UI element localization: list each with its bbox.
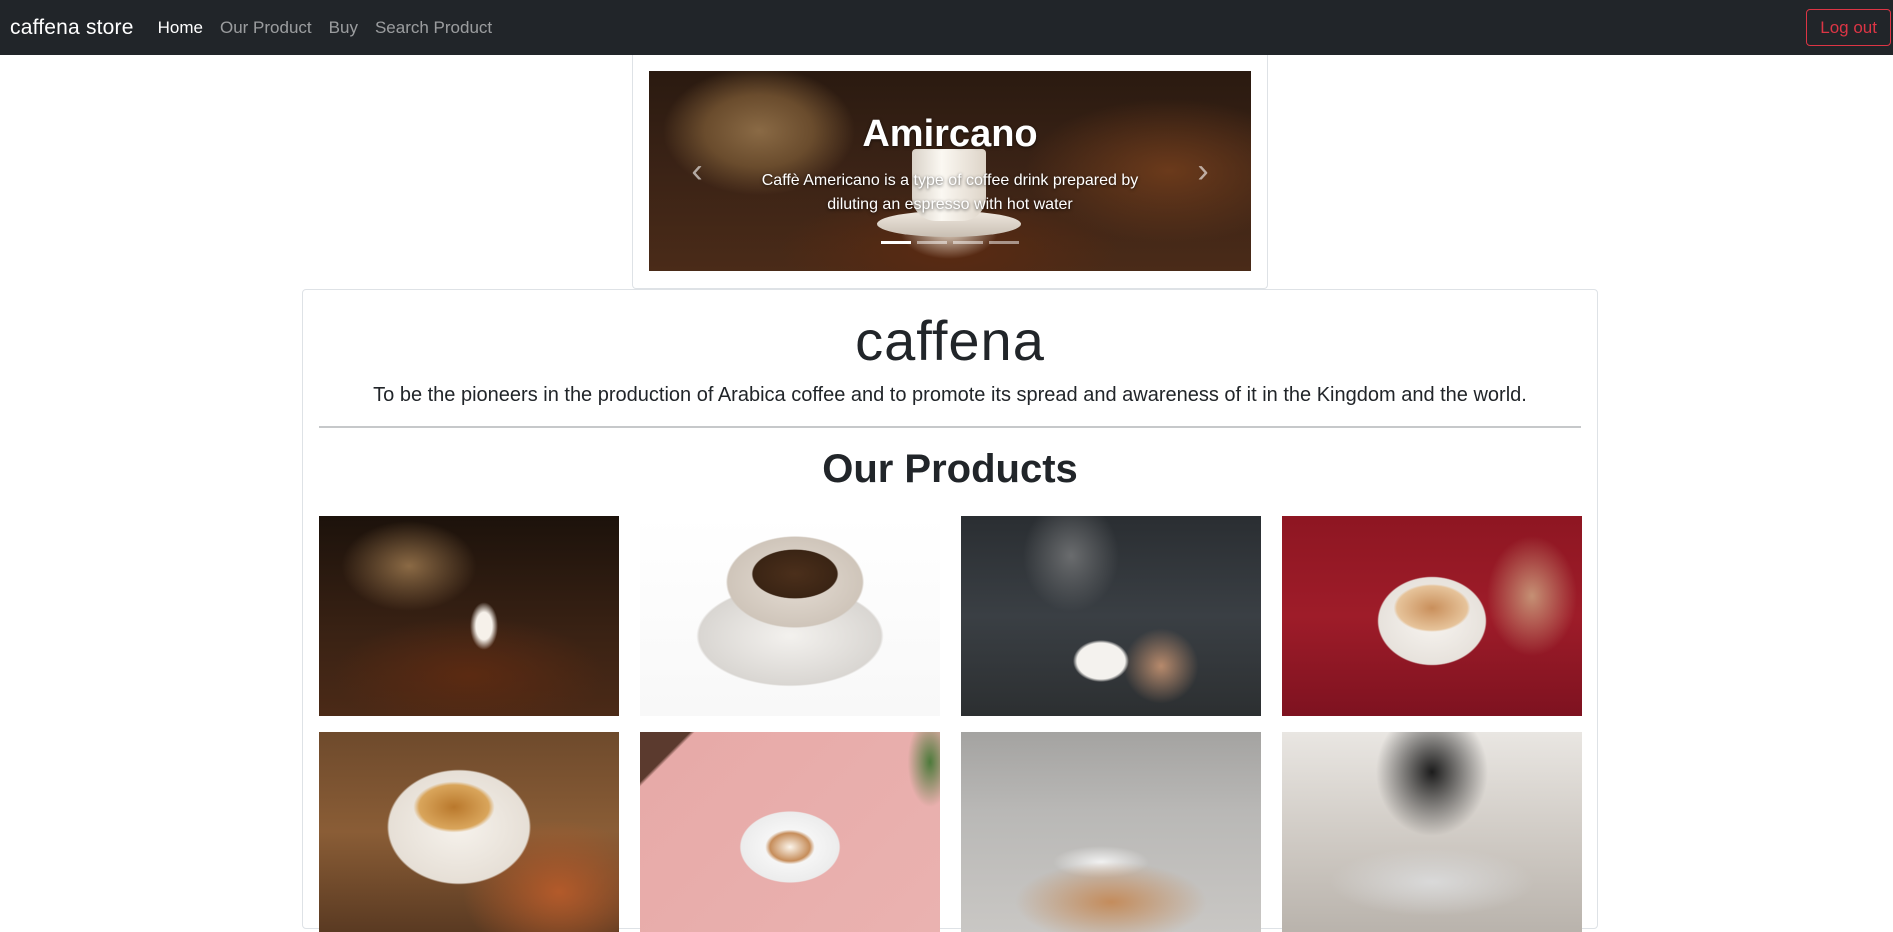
product-image[interactable] [319, 516, 619, 716]
nav-search-product[interactable]: Search Product [375, 18, 492, 38]
carousel-indicator[interactable] [881, 241, 911, 244]
nav-buy[interactable]: Buy [329, 18, 358, 38]
carousel-indicators [881, 241, 1025, 244]
brand-logo[interactable]: caffena store [10, 16, 134, 40]
product-image[interactable] [319, 732, 619, 932]
product-image[interactable] [1282, 732, 1582, 932]
hero-carousel[interactable]: Amircano Caffè Americano is a type of co… [649, 71, 1251, 271]
product-image[interactable] [640, 516, 940, 716]
chevron-right-icon[interactable]: › [1183, 151, 1223, 191]
product-image[interactable] [640, 732, 940, 932]
product-image[interactable] [961, 732, 1261, 932]
product-image[interactable] [1282, 516, 1582, 716]
slide-caption: Caffè Americano is a type of coffee drin… [761, 172, 1139, 213]
top-navbar: caffena store Home Our Product Buy Searc… [0, 0, 1893, 55]
product-image[interactable] [961, 516, 1261, 716]
main-content-card: caffena To be the pioneers in the produc… [302, 289, 1598, 932]
products-heading: Our Products [822, 447, 1078, 491]
slide-title: Amircano [862, 113, 1038, 155]
hero-title: caffena [855, 309, 1045, 372]
carousel-indicator[interactable] [953, 241, 983, 244]
chevron-left-icon[interactable]: ‹ [677, 151, 717, 191]
carousel-card: Amircano Caffè Americano is a type of co… [632, 55, 1268, 289]
carousel-indicator[interactable] [917, 241, 947, 244]
hero-lead: To be the pioneers in the production of … [373, 384, 1527, 406]
nav-our-product[interactable]: Our Product [220, 18, 312, 38]
logout-button[interactable]: Log out [1806, 9, 1891, 46]
carousel-indicator[interactable] [989, 241, 1019, 244]
divider [319, 426, 1581, 428]
nav-home[interactable]: Home [158, 18, 203, 38]
